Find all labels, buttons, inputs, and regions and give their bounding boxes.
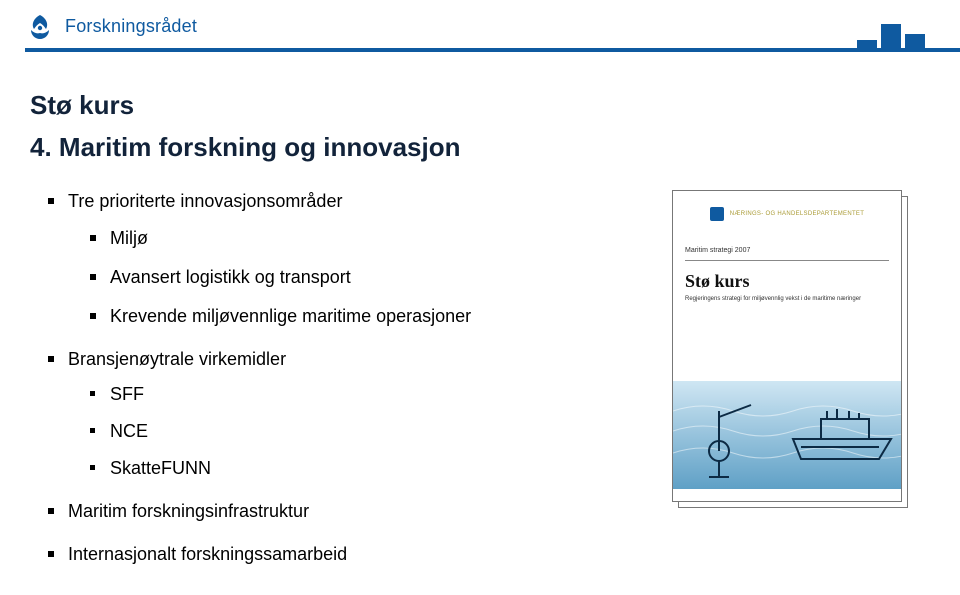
forskningsradet-logo-icon	[25, 12, 55, 40]
accent-tabs	[857, 24, 925, 50]
slide-title: 4. Maritim forskning og innovasjon	[30, 132, 461, 163]
slide-overtitle: Stø kurs	[30, 90, 134, 121]
bullet-level-1: Tre prioriterte innovasjonsområder Miljø…	[48, 188, 588, 330]
presentation-slide: Forskningsrådet Stø kurs 4. Maritim fors…	[0, 0, 960, 595]
bullet-text: NCE	[110, 421, 148, 441]
bullet-level-1: Internasjonalt forskningssamarbeid	[48, 541, 588, 568]
document-preview-rule	[685, 260, 889, 261]
bullet-text: Maritim forskningsinfrastruktur	[68, 501, 309, 521]
document-preview-header: NÆRINGS- OG HANDELSDEPARTEMENTET	[685, 207, 889, 221]
bullet-level-2: Miljø	[90, 225, 588, 252]
bullet-level-3: NCE	[90, 418, 588, 445]
bullet-text: SFF	[110, 384, 144, 404]
bullet-text: SkatteFUNN	[110, 458, 211, 478]
bullet-level-2: Krevende miljøvennlige maritime operasjo…	[90, 303, 588, 330]
bullet-level-3: SFF	[90, 381, 588, 408]
document-preview-subtitle: Regjeringens strategi for miljøvennlig v…	[685, 296, 875, 302]
bullet-level-2: Avansert logistikk og transport	[90, 264, 588, 291]
crest-icon	[710, 207, 724, 221]
document-preview-title: Stø kurs	[685, 271, 889, 292]
bullet-level-1: Bransjenøytrale virkemidler SFF NCE Skat…	[48, 346, 588, 482]
brand-text: Forskningsrådet	[65, 16, 197, 37]
slide-body: Tre prioriterte innovasjonsområder Miljø…	[48, 188, 588, 584]
slide-header: Forskningsrådet	[25, 12, 197, 40]
bullet-text: Miljø	[110, 228, 148, 248]
accent-tab	[905, 34, 925, 50]
bullet-text: Internasjonalt forskningssamarbeid	[68, 544, 347, 564]
bullet-text: Krevende miljøvennlige maritime operasjo…	[110, 306, 471, 326]
header-divider	[25, 48, 960, 52]
document-preview-ministry: NÆRINGS- OG HANDELSDEPARTEMENTET	[730, 211, 864, 217]
bullet-text: Bransjenøytrale virkemidler	[68, 349, 286, 369]
bullet-level-3: SkatteFUNN	[90, 455, 588, 482]
accent-tab	[857, 40, 877, 50]
document-preview-page: NÆRINGS- OG HANDELSDEPARTEMENTET Maritim…	[672, 190, 902, 502]
bullet-text: Avansert logistikk og transport	[110, 267, 351, 287]
document-preview: NÆRINGS- OG HANDELSDEPARTEMENTET Maritim…	[672, 190, 902, 502]
bullet-text: Tre prioriterte innovasjonsområder	[68, 191, 342, 211]
document-preview-smalllabel: Maritim strategi 2007	[685, 247, 889, 254]
document-preview-illustration	[673, 381, 901, 489]
bullet-level-1: Maritim forskningsinfrastruktur	[48, 498, 588, 525]
accent-tab	[881, 24, 901, 50]
